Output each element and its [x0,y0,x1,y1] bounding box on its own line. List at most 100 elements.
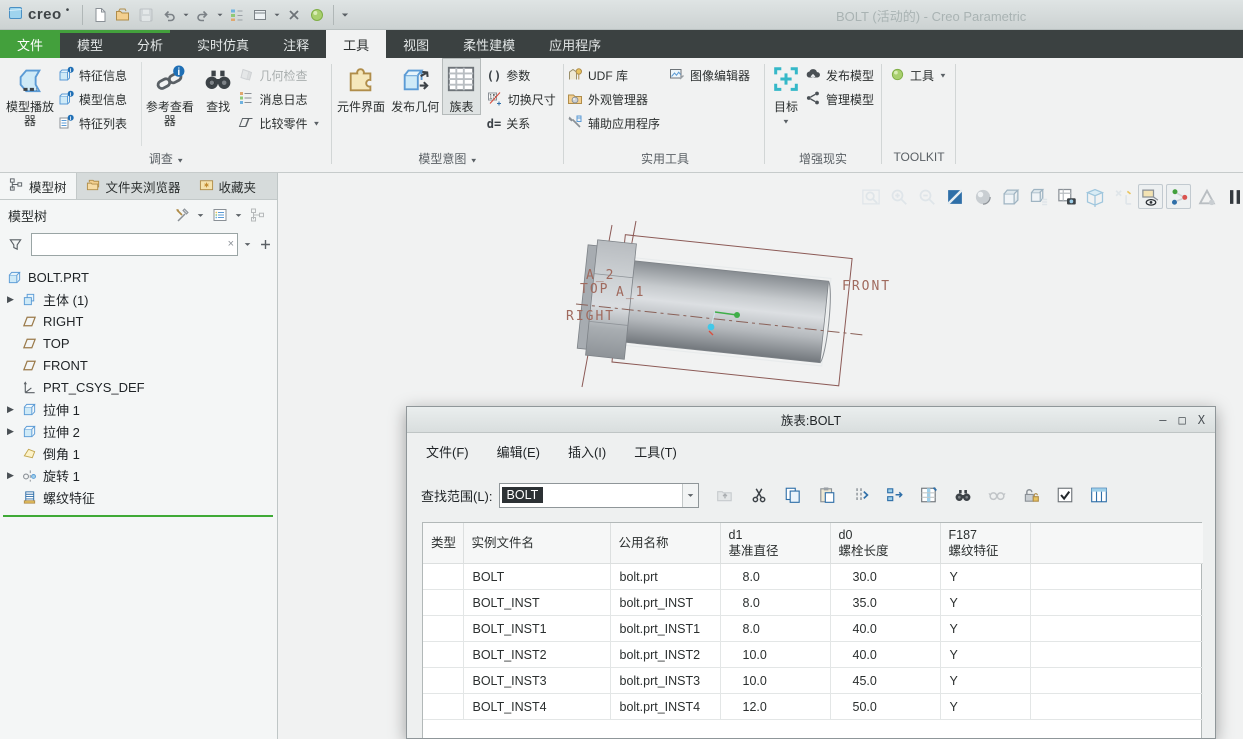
verify-instances-button[interactable] [1053,483,1077,507]
component-interface-button[interactable]: 元件界面 [334,58,388,115]
cell-3-0[interactable] [423,642,463,668]
cell-2-2[interactable]: bolt.prt_INST1 [610,616,720,642]
look-in-caret-icon[interactable] [682,484,698,507]
ribbon-tab-2[interactable]: 分析 [120,30,180,58]
udf-library-button[interactable]: UDF 库 [567,66,669,85]
datum-display-filters-button[interactable] [1110,184,1135,209]
undo-caret-icon[interactable] [180,3,191,26]
datum-label-A_1[interactable]: A_1 [616,285,645,300]
cell-4-6[interactable] [1030,668,1203,694]
perspective-button[interactable] [1082,184,1107,209]
cell-4-5[interactable]: Y [940,668,1030,694]
tree-item-RIGHT[interactable]: RIGHT [0,310,277,332]
clear-search-icon[interactable]: × [228,237,234,251]
ribbon-tab-7[interactable]: 柔性建模 [446,30,532,58]
cell-3-1[interactable]: BOLT_INST2 [463,642,610,668]
table-row[interactable]: BOLT_INST4bolt.prt_INST412.050.0Y [423,694,1203,720]
up-one-level-button[interactable] [713,483,737,507]
cell-0-4[interactable]: 30.0 [830,564,940,590]
feature-info-button[interactable]: i特征信息 [58,66,141,85]
cell-5-1[interactable]: BOLT_INST4 [463,694,610,720]
model-player-button[interactable]: 模型播放器 [2,58,58,129]
zoom-out-button[interactable] [914,184,939,209]
cell-1-2[interactable]: bolt.prt_INST [610,590,720,616]
ribbon-tab-6[interactable]: 视图 [386,30,446,58]
cell-0-6[interactable] [1030,564,1203,590]
tree-tools-caret-icon[interactable] [195,204,206,227]
column-header-5[interactable]: F187螺纹特征 [940,523,1030,564]
view-manager-button[interactable] [1054,184,1079,209]
switch-dimensions-button[interactable]: 15切换尺寸 [487,90,562,109]
tree-item-拉伸 1[interactable]: ▶拉伸 1 [0,398,277,420]
dialog-menu-0[interactable]: 文件(F) [426,442,469,461]
tree-item-BOLT.PRT[interactable]: BOLT.PRT [0,266,277,288]
expand-arrow-icon[interactable]: ▶ [7,470,22,481]
cell-2-6[interactable] [1030,616,1203,642]
look-in-combobox[interactable]: BOLT [499,483,699,508]
cell-4-0[interactable] [423,668,463,694]
group-label-model-intent[interactable]: 模型意图 ▼ [334,150,562,167]
tree-show-button[interactable] [246,204,269,227]
close-window-button[interactable] [282,3,305,26]
dialog-close-button[interactable]: X [1198,415,1205,425]
filter-funnel-icon[interactable] [4,233,27,256]
tree-item-主体 (1)[interactable]: ▶主体 (1) [0,288,277,310]
zoom-in-button[interactable] [886,184,911,209]
cell-3-5[interactable]: Y [940,642,1030,668]
tree-item-FRONT[interactable]: FRONT [0,354,277,376]
add-filter-button[interactable] [257,233,273,256]
cell-5-4[interactable]: 50.0 [830,694,940,720]
copy-button[interactable] [781,483,805,507]
cell-0-1[interactable]: BOLT [463,564,610,590]
cell-0-0[interactable] [423,564,463,590]
redo-button[interactable] [191,3,214,26]
cell-0-3[interactable]: 8.0 [720,564,830,590]
cell-2-4[interactable]: 40.0 [830,616,940,642]
cell-3-2[interactable]: bolt.prt_INST2 [610,642,720,668]
cell-5-0[interactable] [423,694,463,720]
datum-label-TOP[interactable]: TOP [580,282,609,297]
column-header-1[interactable]: 实例文件名 [463,523,610,564]
cell-1-4[interactable]: 35.0 [830,590,940,616]
cell-2-3[interactable]: 8.0 [720,616,830,642]
display-style-button[interactable] [998,184,1023,209]
tree-item-螺纹特征[interactable]: 螺纹特征 [0,486,277,508]
navigator-tab-0[interactable]: 模型树 [0,173,77,199]
column-header-6[interactable] [1030,523,1203,564]
search-options-caret-icon[interactable] [242,233,253,256]
cell-4-1[interactable]: BOLT_INST3 [463,668,610,694]
expand-arrow-icon[interactable]: ▶ [7,294,22,305]
expand-arrow-icon[interactable]: ▶ [7,426,22,437]
cell-1-5[interactable]: Y [940,590,1030,616]
cell-5-3[interactable]: 12.0 [720,694,830,720]
column-header-3[interactable]: d1基准直径 [720,523,830,564]
ribbon-tab-4[interactable]: 注释 [266,30,326,58]
dialog-title-bar[interactable]: 族表:BOLT –□X [407,407,1215,433]
insert-column-button[interactable] [917,483,941,507]
customize-caret-icon[interactable] [339,3,350,26]
reference-viewer-button[interactable]: i 参考查看器 [142,58,198,129]
publish-geometry-button[interactable]: 发布几何 [388,58,442,115]
manage-models-button[interactable]: 管理模型 [805,90,879,109]
tree-tools-button[interactable] [170,204,193,227]
pause-button[interactable] [1222,184,1243,209]
cell-5-5[interactable]: Y [940,694,1030,720]
message-log-button[interactable]: 消息日志 [238,90,331,109]
regenerate-button[interactable] [225,3,248,26]
feature-list-button[interactable]: i特征列表 [58,114,141,133]
cut-button[interactable] [747,483,771,507]
tree-insert-locator[interactable] [3,515,273,517]
appearance-manager-button[interactable]: 外观管理器 [567,90,669,109]
geometry-check-button[interactable]: 几何检查 [238,66,331,85]
table-row[interactable]: BOLT_INST3bolt.prt_INST310.045.0Y [423,668,1203,694]
relations-button[interactable]: d=关系 [487,114,562,133]
tree-item-旋转 1[interactable]: ▶旋转 1 [0,464,277,486]
compare-parts-button[interactable]: 比较零件▼ [238,114,331,133]
group-label-augmented-reality[interactable]: 增强现实 [767,150,879,167]
cell-5-6[interactable] [1030,694,1203,720]
copy-with-increments-button[interactable] [883,483,907,507]
cell-3-3[interactable]: 10.0 [720,642,830,668]
ribbon-tab-3[interactable]: 实时仿真 [180,30,266,58]
insert-instance-row-button[interactable] [849,483,873,507]
datum-label-A_2[interactable]: A_2 [586,268,615,283]
